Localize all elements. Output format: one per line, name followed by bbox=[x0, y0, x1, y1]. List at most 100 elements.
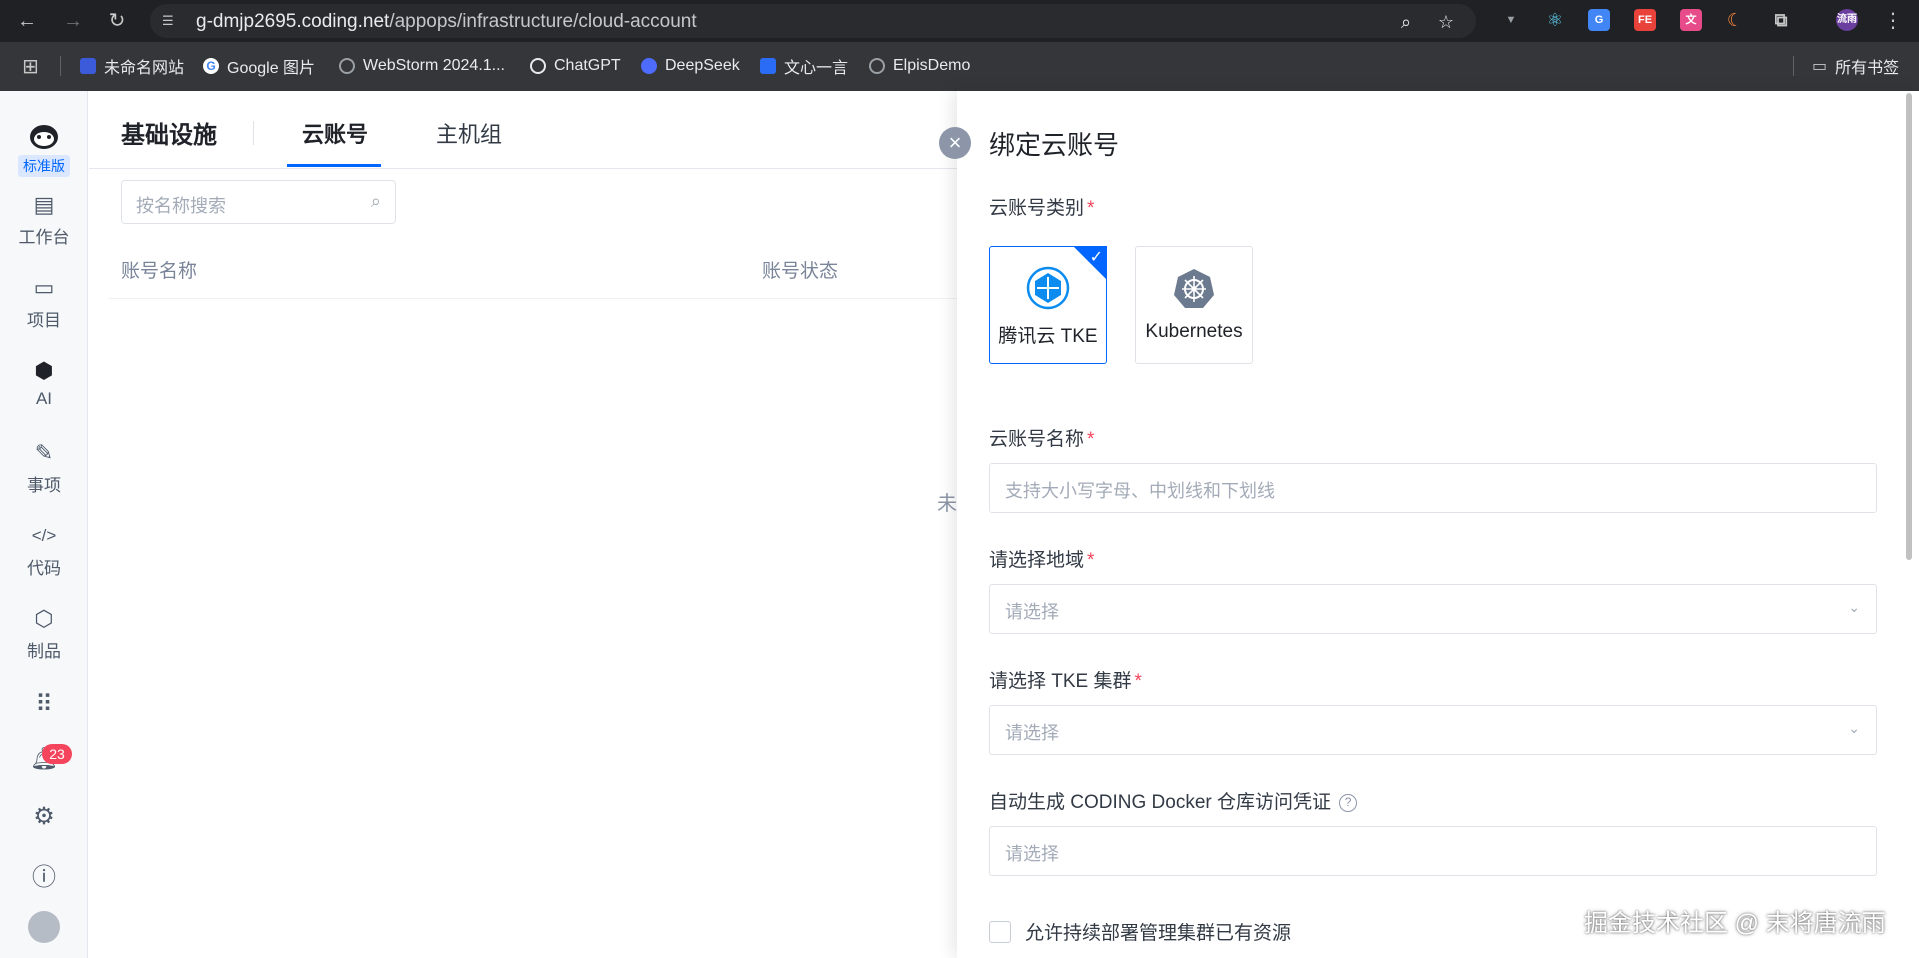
page-title: 基础设施 bbox=[121, 122, 217, 149]
drawer-scrollbar[interactable] bbox=[1899, 91, 1919, 958]
chevron-down-icon: ⌄ bbox=[1848, 599, 1860, 615]
sidebar-item-label: 工作台 bbox=[18, 228, 70, 247]
globe-icon bbox=[869, 58, 885, 74]
folder-icon: ▭ bbox=[1812, 58, 1828, 75]
puzzle-icon[interactable]: ⧉ bbox=[1770, 9, 1792, 31]
globe-icon bbox=[339, 58, 355, 74]
more-apps-icon[interactable]: ⠿ bbox=[0, 690, 88, 719]
drawer-title: 绑定云账号 bbox=[989, 130, 1120, 160]
check-icon: ✓ bbox=[1089, 249, 1103, 266]
close-icon[interactable]: × bbox=[939, 127, 971, 159]
translate-cn-icon[interactable]: 文 bbox=[1680, 9, 1702, 31]
search-input[interactable]: 按名称搜索 ⌕ bbox=[121, 180, 396, 224]
search-icon[interactable]: ⌕ bbox=[371, 191, 381, 212]
active-tab-indicator bbox=[287, 164, 381, 167]
cluster-label: 请选择 TKE 集群 * bbox=[989, 671, 1142, 692]
allow-manage-checkbox[interactable] bbox=[989, 921, 1011, 943]
region-select[interactable]: 请选择 ⌄ bbox=[989, 584, 1877, 634]
placeholder: 请选择 bbox=[1005, 602, 1059, 622]
help-icon[interactable]: ⓘ bbox=[0, 857, 88, 892]
edition-badge: 标准版 bbox=[18, 155, 70, 177]
sidebar-item-code[interactable]: </> 代码 bbox=[0, 522, 88, 579]
url-text: g-dmjp2695.coding.net/appops/infrastruct… bbox=[196, 11, 697, 32]
placeholder: 支持大小写字母、中划线和下划线 bbox=[1005, 481, 1275, 501]
column-header-status: 账号状态 bbox=[762, 261, 839, 282]
type-label: 云账号类别 * bbox=[989, 198, 1095, 219]
docker-credential-label: 自动生成 CODING Docker 仓库访问凭证? bbox=[989, 787, 1358, 814]
allow-manage-label[interactable]: 允许持续部署管理集群已有资源 bbox=[1025, 918, 1291, 945]
fe-helper-icon[interactable]: FE bbox=[1634, 9, 1656, 31]
apps-grid-icon[interactable]: ⊞ bbox=[22, 55, 39, 78]
ai-icon: ⬢ bbox=[34, 358, 54, 383]
site-info-icon[interactable]: ☰ bbox=[162, 13, 180, 29]
type-card-label: Kubernetes bbox=[1145, 321, 1243, 342]
sidebar-item-label: 事项 bbox=[27, 476, 61, 495]
translate-icon[interactable]: G bbox=[1588, 9, 1610, 31]
bookmark-item[interactable]: G Google 图片 bbox=[203, 55, 315, 77]
back-icon[interactable]: ← bbox=[14, 8, 40, 34]
browser-toolbar: ← → ↻ ☰ g-dmjp2695.coding.net/appops/inf… bbox=[0, 0, 1919, 42]
account-name-input[interactable]: 支持大小写字母、中划线和下划线 bbox=[989, 463, 1877, 513]
forward-icon[interactable]: → bbox=[60, 8, 86, 34]
name-label: 云账号名称 * bbox=[989, 429, 1095, 450]
react-icon[interactable]: ⚛ bbox=[1544, 9, 1566, 31]
profile-avatar[interactable]: 流雨 bbox=[1836, 9, 1858, 31]
sidebar-item-label: AI bbox=[35, 389, 53, 408]
empty-state-text: 未 bbox=[937, 493, 957, 515]
placeholder: 请选择 bbox=[1005, 844, 1059, 864]
wenxin-icon bbox=[760, 58, 776, 74]
divider bbox=[253, 121, 254, 145]
bookmark-item[interactable]: DeepSeek bbox=[641, 55, 740, 77]
bind-cloud-account-drawer: 绑定云账号 云账号类别 * 腾讯云 TKE ✓ Kubernetes 云账号名称 *… bbox=[957, 91, 1919, 958]
box-icon: ⬡ bbox=[34, 606, 54, 631]
sidebar-item-label: 项目 bbox=[27, 311, 61, 330]
code-icon: </> bbox=[31, 526, 57, 545]
address-bar[interactable]: ☰ g-dmjp2695.coding.net/appops/infrastru… bbox=[150, 4, 1476, 38]
sidebar-item-ai[interactable]: ⬢ AI bbox=[0, 357, 88, 409]
type-card-tke[interactable]: 腾讯云 TKE ✓ bbox=[989, 246, 1107, 364]
tab-cloud-account[interactable]: 云账号 bbox=[302, 117, 368, 149]
bookmark-site-icon bbox=[80, 58, 96, 74]
bookmark-item[interactable]: 文心一言 bbox=[760, 55, 848, 77]
tab-host-group[interactable]: 主机组 bbox=[436, 117, 502, 149]
sidebar-item-artifacts[interactable]: ⬡ 制品 bbox=[0, 605, 88, 662]
column-header-name: 账号名称 bbox=[121, 261, 198, 282]
star-icon[interactable]: ☆ bbox=[1435, 11, 1457, 33]
bookmark-item[interactable]: WebStorm 2024.1... bbox=[339, 55, 505, 77]
docker-credential-select[interactable]: 请选择 bbox=[989, 826, 1877, 876]
coding-logo-icon bbox=[30, 125, 58, 149]
notification-badge: 23 bbox=[42, 744, 72, 764]
main-content: 基础设施 云账号 主机组 按名称搜索 ⌕ 账号名称 账号状态 未 bbox=[89, 91, 957, 958]
type-card-kubernetes[interactable]: Kubernetes bbox=[1135, 246, 1253, 364]
chevron-down-icon: ⌄ bbox=[1848, 720, 1860, 736]
deepseek-icon bbox=[641, 58, 657, 74]
sidebar-item-workbench[interactable]: ▤ 工作台 bbox=[0, 191, 88, 248]
placeholder: 请选择 bbox=[1005, 723, 1059, 743]
logo[interactable] bbox=[0, 119, 88, 156]
sidebar-item-projects[interactable]: ▭ 项目 bbox=[0, 274, 88, 331]
all-bookmarks[interactable]: ▭ 所有书签 bbox=[1812, 55, 1899, 77]
search-placeholder: 按名称搜索 bbox=[136, 196, 226, 216]
folder-icon: ▭ bbox=[33, 275, 55, 300]
moon-icon[interactable]: ☾ bbox=[1724, 9, 1746, 31]
sidebar-item-issues[interactable]: ✎ 事项 bbox=[0, 439, 88, 496]
tencent-cloud-icon bbox=[1026, 266, 1070, 310]
table-header-divider bbox=[109, 298, 957, 299]
chatgpt-icon bbox=[530, 58, 546, 74]
avatar[interactable] bbox=[28, 911, 60, 943]
google-icon: G bbox=[203, 58, 219, 74]
menu-icon[interactable]: ⋮ bbox=[1880, 8, 1906, 34]
region-label: 请选择地域 * bbox=[989, 550, 1095, 571]
bookmark-item[interactable]: ElpisDemo bbox=[869, 55, 970, 77]
type-card-label: 腾讯云 TKE bbox=[998, 326, 1098, 347]
vue-icon[interactable]: ▼ bbox=[1500, 9, 1522, 31]
bookmark-item[interactable]: ChatGPT bbox=[530, 55, 621, 77]
zoom-icon[interactable]: ⌕ bbox=[1395, 11, 1417, 33]
scrollbar-thumb[interactable] bbox=[1906, 93, 1912, 560]
cluster-select[interactable]: 请选择 ⌄ bbox=[989, 705, 1877, 755]
settings-icon[interactable]: ⚙ bbox=[0, 802, 88, 831]
reload-icon[interactable]: ↻ bbox=[104, 8, 130, 34]
bookmark-item[interactable]: 未命名网站 bbox=[80, 55, 184, 77]
help-icon[interactable]: ? bbox=[1339, 794, 1358, 812]
kubernetes-icon bbox=[1174, 269, 1214, 308]
